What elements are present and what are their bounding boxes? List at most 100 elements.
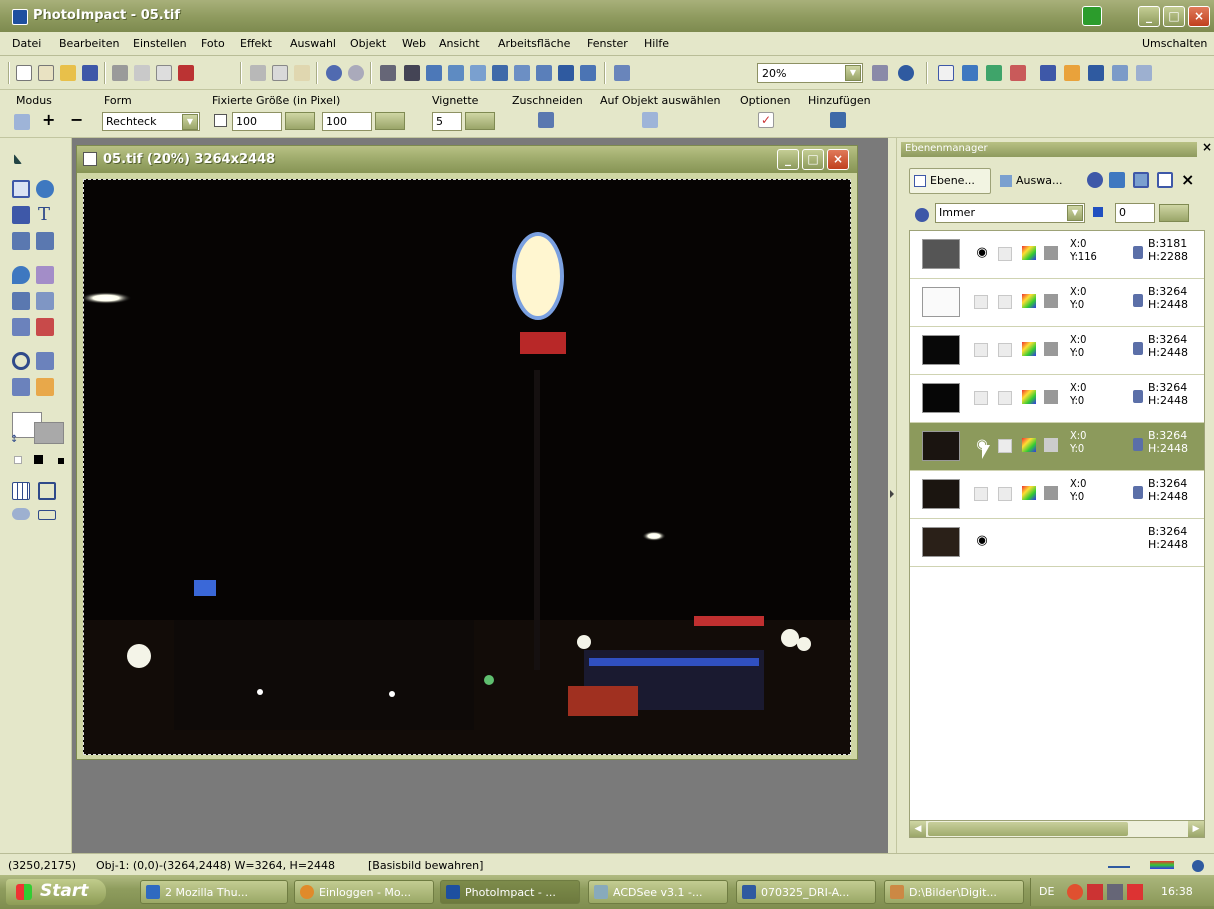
- view-glasses-icon[interactable]: [12, 508, 30, 520]
- color-layer-icon[interactable]: [1022, 390, 1036, 404]
- link-icon[interactable]: [1133, 486, 1143, 499]
- base-layer-row[interactable]: ◉ B:3264 H:2448: [910, 519, 1204, 567]
- crop-tool-icon[interactable]: [12, 232, 30, 250]
- fixed-size-checkbox[interactable]: [214, 114, 227, 127]
- scroll-right-button[interactable]: ▶: [1188, 821, 1204, 837]
- chevron-down-icon[interactable]: ▼: [845, 65, 861, 81]
- fill-tool-icon[interactable]: [12, 266, 30, 284]
- layer-lock-box[interactable]: [998, 391, 1012, 405]
- color-layer-icon[interactable]: [1022, 438, 1036, 452]
- panel-pin-close-icon[interactable]: ×: [1181, 170, 1194, 189]
- link-icon[interactable]: [1133, 438, 1143, 451]
- fixed-width-input[interactable]: 100: [232, 112, 282, 131]
- pen-tool-icon[interactable]: [12, 378, 30, 396]
- layer-row[interactable]: X:0 Y:0 B:3264 H:2448: [910, 471, 1204, 519]
- clone-tool-icon[interactable]: [12, 292, 30, 310]
- tray-app-icon-1[interactable]: [1067, 884, 1083, 900]
- layer-row[interactable]: X:0 Y:0 B:3264 H:2448: [910, 327, 1204, 375]
- color-layer-icon[interactable]: [1022, 342, 1036, 356]
- maximize-button[interactable]: □: [1163, 6, 1185, 27]
- layer-lock-box[interactable]: [998, 439, 1012, 453]
- merge-icon[interactable]: [380, 65, 396, 81]
- black-square-icon[interactable]: [34, 455, 43, 464]
- menu-ansicht[interactable]: Ansicht: [439, 37, 480, 50]
- menu-umschalten[interactable]: Umschalten: [1142, 37, 1207, 50]
- preview-magnifier-icon[interactable]: [156, 65, 172, 81]
- form-select[interactable]: Rechteck ▼: [102, 112, 200, 131]
- layer-visibility-box[interactable]: [974, 487, 988, 501]
- subtract-mode-icon[interactable]: −: [70, 110, 83, 129]
- color-bar-icon[interactable]: [1150, 861, 1174, 869]
- text-layer-icon[interactable]: [1044, 342, 1058, 356]
- color-layer-icon[interactable]: [1022, 246, 1036, 260]
- text-layer-icon[interactable]: [1044, 438, 1058, 452]
- photo-tool-icon-3[interactable]: [470, 65, 486, 81]
- layer-visibility-box[interactable]: [974, 295, 988, 309]
- layer-row[interactable]: X:0 Y:0 B:3264 H:2448: [910, 375, 1204, 423]
- task-acdsee[interactable]: ACDSee v3.1 -...: [588, 880, 728, 904]
- add-object-icon[interactable]: [830, 112, 846, 128]
- width-spinner[interactable]: [285, 112, 315, 130]
- layer-visibility-box[interactable]: [974, 343, 988, 357]
- copy-icon[interactable]: [272, 65, 288, 81]
- black-small-square-icon[interactable]: [58, 458, 64, 464]
- panel-toggle-icon-7[interactable]: [1088, 65, 1104, 81]
- menu-objekt[interactable]: Objekt: [350, 37, 386, 50]
- zoom-tool-icon[interactable]: [12, 352, 30, 370]
- object-paint-icon[interactable]: [36, 318, 54, 336]
- document-title-bar[interactable]: 05.tif (20%) 3264x2448 _ □ ×: [77, 146, 857, 173]
- layer-lock-box[interactable]: [998, 295, 1012, 309]
- layer-view-icon[interactable]: [1133, 172, 1149, 188]
- marquee-tool-icon[interactable]: [12, 180, 30, 198]
- text-layer-icon[interactable]: [1044, 246, 1058, 260]
- layers-tab-button[interactable]: Ebene...: [909, 168, 991, 194]
- print-icon[interactable]: [112, 65, 128, 81]
- language-indicator[interactable]: DE: [1039, 885, 1054, 898]
- redo-icon[interactable]: [348, 65, 364, 81]
- ruler-frame-icon[interactable]: [38, 482, 56, 500]
- text-layer-icon[interactable]: [1044, 294, 1058, 308]
- select-object-icon[interactable]: [642, 112, 658, 128]
- eyedropper-tool-icon[interactable]: [36, 352, 54, 370]
- doc-close-button[interactable]: ×: [827, 149, 849, 170]
- swap-colors-icon[interactable]: ↕: [10, 434, 18, 445]
- layer-mask-icon[interactable]: [1157, 172, 1173, 188]
- crop-icon[interactable]: [538, 112, 554, 128]
- open-folder-icon[interactable]: [60, 65, 76, 81]
- grid-icon[interactable]: [12, 482, 30, 500]
- visibility-eye-icon[interactable]: ◉: [974, 533, 990, 549]
- height-spinner[interactable]: [375, 112, 405, 130]
- task-einloggen[interactable]: Einloggen - Mo...: [294, 880, 434, 904]
- chevron-down-icon[interactable]: ▼: [1067, 205, 1083, 221]
- cut-icon[interactable]: [250, 65, 266, 81]
- menu-auswahl[interactable]: Auswahl: [290, 37, 336, 50]
- panel-toggle-icon-4[interactable]: [1010, 65, 1026, 81]
- layer-lock-box[interactable]: [998, 343, 1012, 357]
- panel-splitter[interactable]: [888, 138, 896, 853]
- text-tool-icon[interactable]: T: [38, 204, 50, 225]
- panel-toggle-icon-3[interactable]: [986, 65, 1002, 81]
- layer-row-selected[interactable]: ◉ X:0 Y:0 B:3264 H:2448: [910, 423, 1204, 471]
- layer-lock-box[interactable]: [998, 247, 1012, 261]
- vignette-input[interactable]: 5: [432, 112, 462, 131]
- help-icon[interactable]: [898, 65, 914, 81]
- photo-tool-icon-1[interactable]: [426, 65, 442, 81]
- close-button[interactable]: ×: [1188, 6, 1210, 27]
- panel-toggle-icon-5[interactable]: [1040, 65, 1056, 81]
- save-icon[interactable]: [82, 65, 98, 81]
- menu-effekt[interactable]: Effekt: [240, 37, 272, 50]
- menu-web[interactable]: Web: [402, 37, 426, 50]
- eraser-tool-icon[interactable]: [12, 318, 30, 336]
- chevron-down-icon[interactable]: ▼: [182, 114, 198, 130]
- panel-toggle-icon-9[interactable]: [1136, 65, 1152, 81]
- task-mozilla-thunderbird[interactable]: 2 Mozilla Thu...: [140, 880, 288, 904]
- task-photoimpact[interactable]: PhotoImpact - ...: [440, 880, 580, 904]
- menu-bearbeiten[interactable]: Bearbeiten: [59, 37, 119, 50]
- retouch-tool-icon[interactable]: [36, 292, 54, 310]
- task-explorer[interactable]: D:\Bilder\Digit...: [884, 880, 1024, 904]
- menu-foto[interactable]: Foto: [201, 37, 225, 50]
- link-icon[interactable]: [1133, 342, 1143, 355]
- layer-visibility-box[interactable]: [974, 391, 988, 405]
- photo-tool-icon-2[interactable]: [448, 65, 464, 81]
- layer-properties-icon[interactable]: [1087, 172, 1103, 188]
